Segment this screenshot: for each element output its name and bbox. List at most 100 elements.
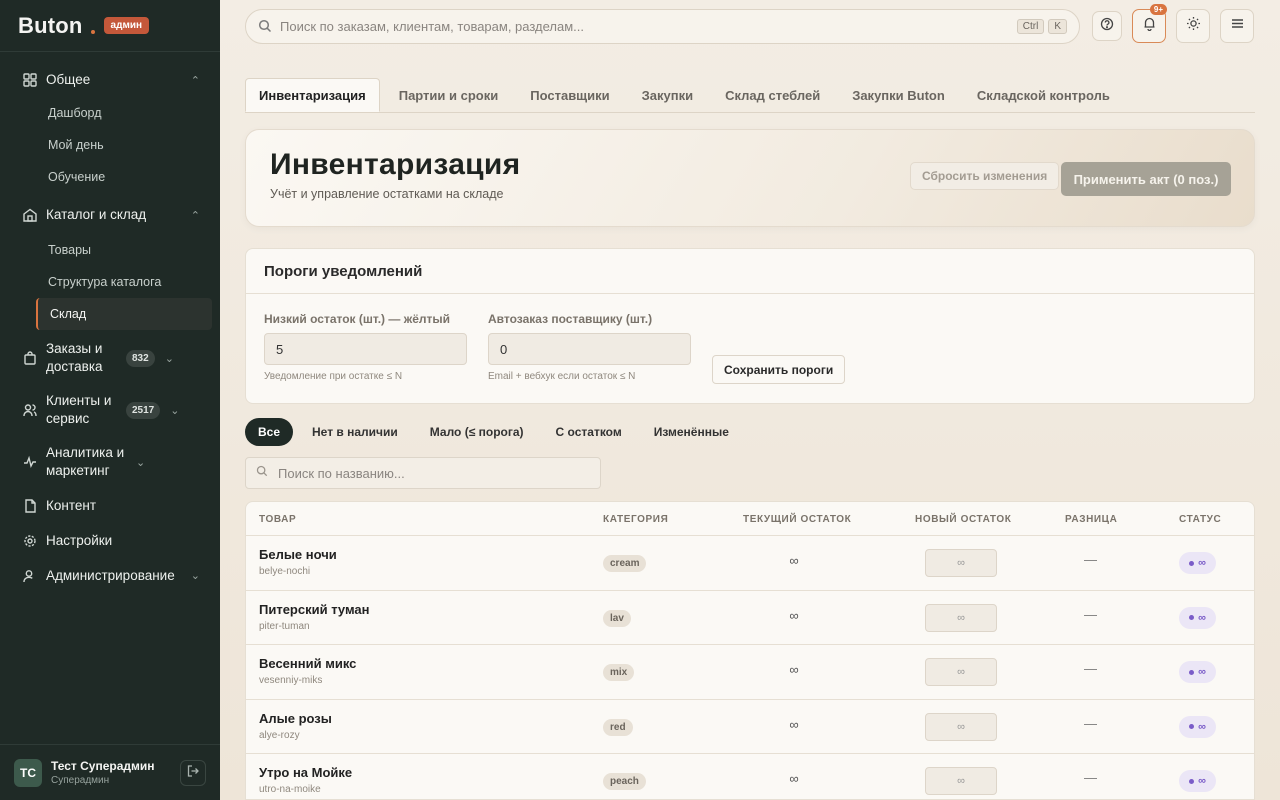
- product-slug: piter-tuman: [259, 620, 310, 632]
- product-search-input[interactable]: Поиск по названию...: [245, 457, 601, 489]
- gear-icon: [22, 533, 38, 549]
- sidebar-group-admin[interactable]: Администрирование ⌄: [0, 558, 220, 593]
- filter-all[interactable]: Все: [245, 418, 294, 446]
- sidebar-group-clients[interactable]: Клиенты и сервис 2517 ⌄: [0, 384, 220, 436]
- table-row: Белые ночи belye-nochi cream ∞ ∞ — ∞: [246, 536, 1254, 591]
- logout-button[interactable]: [180, 759, 206, 786]
- tab-warehouse-control[interactable]: Складской контроль: [964, 78, 1123, 112]
- table-row: Алые розы alye-rozy red ∞ ∞ — ∞: [246, 700, 1254, 755]
- tab-suppliers[interactable]: Поставщики: [517, 78, 622, 112]
- column-new-stock[interactable]: НОВЫЙ ОСТАТОК: [915, 502, 1011, 536]
- sun-icon: [1186, 16, 1201, 36]
- menu-button[interactable]: [1220, 9, 1254, 43]
- filter-in-stock[interactable]: С остатком: [543, 418, 635, 446]
- page-header: Инвентаризация Учёт и управление остатка…: [245, 129, 1255, 227]
- tab-purchases[interactable]: Закупки: [629, 78, 706, 112]
- sidebar-item-products[interactable]: Товары: [0, 234, 220, 266]
- product-name[interactable]: Алые розы: [259, 711, 332, 726]
- product-slug: vesenniy-miks: [259, 675, 323, 687]
- auto-order-hint: Email + вебхук если остаток ≤ N: [488, 371, 636, 382]
- stock-difference: —: [1084, 715, 1097, 731]
- filter-low-stock[interactable]: Мало (≤ порога): [417, 418, 537, 446]
- brand-name[interactable]: Buton: [18, 13, 83, 39]
- new-stock-input[interactable]: ∞: [925, 603, 997, 632]
- users-icon: [22, 402, 38, 418]
- sidebar-group-label: Аналитика и маркетинг: [46, 445, 125, 478]
- auto-order-label: Автозаказ поставщику (шт.): [488, 312, 653, 326]
- column-category[interactable]: КАТЕГОРИЯ: [603, 502, 668, 536]
- section-tabs: Инвентаризация Партии и сроки Поставщики…: [245, 78, 1255, 113]
- tab-buton-purchases[interactable]: Закупки Buton: [839, 78, 958, 112]
- status-dot: [1189, 615, 1195, 621]
- tab-stems-warehouse[interactable]: Склад стеблей: [712, 78, 833, 112]
- status-value: ∞: [1198, 557, 1206, 569]
- column-difference[interactable]: РАЗНИЦА: [1065, 502, 1117, 536]
- stock-difference: —: [1084, 606, 1097, 622]
- new-stock-input[interactable]: ∞: [925, 658, 997, 687]
- auto-order-input[interactable]: 0: [488, 333, 691, 365]
- stock-difference: —: [1084, 552, 1097, 567]
- theme-toggle-button[interactable]: [1176, 9, 1210, 43]
- product-name[interactable]: Весенний микс: [259, 656, 356, 671]
- sidebar-group-label: Настройки: [46, 532, 113, 548]
- table-row: Весенний микс vesenniy-miks mix ∞ ∞ — ∞: [246, 645, 1254, 700]
- low-stock-input[interactable]: 5: [264, 333, 467, 365]
- thresholds-card: Пороги уведомлений Низкий остаток (шт.) …: [245, 248, 1255, 404]
- filter-out-of-stock[interactable]: Нет в наличии: [299, 418, 411, 446]
- sidebar-nav: Общее ⌃ Дашборд Мой день Обучение Катало…: [0, 52, 220, 593]
- pulse-icon: [22, 454, 38, 470]
- reset-changes-button[interactable]: Сбросить изменения: [910, 162, 1060, 190]
- notifications-button[interactable]: 9+: [1132, 4, 1167, 43]
- column-status[interactable]: СТАТУС: [1179, 502, 1221, 536]
- sidebar-item-catalog-structure[interactable]: Структура каталога: [0, 266, 220, 298]
- product-cell: Утро на Мойке utro-na-moike: [259, 765, 352, 795]
- help-icon: [1100, 17, 1114, 36]
- chevron-down-icon: ⌄: [136, 456, 146, 469]
- status-badge: ∞: [1179, 552, 1216, 574]
- logout-icon: [187, 764, 199, 782]
- grid-icon: [22, 72, 38, 88]
- sidebar-item-my-day[interactable]: Мой день: [0, 129, 220, 161]
- sidebar-item-training[interactable]: Обучение: [0, 161, 220, 193]
- filter-changed[interactable]: Изменённые: [641, 418, 742, 446]
- low-stock-label: Низкий остаток (шт.) — жёлтый: [264, 312, 451, 326]
- current-stock: ∞: [789, 662, 799, 678]
- sidebar-group-orders[interactable]: Заказы и доставка 832 ⌄: [0, 332, 220, 384]
- stock-filters: Все Нет в наличии Мало (≤ порога) С оста…: [245, 418, 748, 446]
- sidebar-group-catalog[interactable]: Каталог и склад ⌃: [0, 196, 220, 234]
- topbar: Поиск по заказам, клиентам, товарам, раз…: [220, 0, 1280, 52]
- new-stock-input[interactable]: ∞: [925, 549, 997, 577]
- sidebar-item-warehouse[interactable]: Склад: [36, 298, 212, 330]
- tab-inventory[interactable]: Инвентаризация: [245, 78, 380, 112]
- status-value: ∞: [1198, 775, 1206, 788]
- low-stock-field: Низкий остаток (шт.) — жёлтый 5 Уведомле…: [264, 312, 467, 382]
- avatar[interactable]: ТС: [14, 758, 42, 787]
- save-thresholds-button[interactable]: Сохранить пороги: [712, 355, 846, 384]
- sidebar-group-analytics[interactable]: Аналитика и маркетинг ⌄: [0, 436, 220, 488]
- hamburger-menu-icon: [1230, 16, 1245, 36]
- product-name[interactable]: Белые ночи: [259, 547, 337, 562]
- sidebar-group-settings[interactable]: Настройки: [0, 523, 220, 558]
- user-name: Тест Суперадмин: [51, 759, 155, 773]
- status-dot: [1189, 560, 1195, 566]
- user-info: Тест Суперадмин Суперадмин: [51, 759, 180, 786]
- product-name[interactable]: Утро на Мойке: [259, 765, 352, 780]
- new-stock-input[interactable]: ∞: [925, 767, 997, 796]
- status-dot: [1189, 724, 1195, 730]
- new-stock-input[interactable]: ∞: [925, 712, 997, 741]
- column-product[interactable]: ТОВАР: [259, 502, 296, 536]
- apply-act-button[interactable]: Применить акт (0 поз.): [1061, 162, 1231, 196]
- product-cell: Алые розы alye-rozy: [259, 711, 332, 741]
- column-current-stock[interactable]: ТЕКУЩИЙ ОСТАТОК: [743, 502, 851, 536]
- sidebar-group-content[interactable]: Контент: [0, 488, 220, 523]
- global-search-input[interactable]: Поиск по заказам, клиентам, товарам, раз…: [245, 8, 1080, 44]
- tab-batches[interactable]: Партии и сроки: [386, 78, 512, 112]
- status-value: ∞: [1198, 666, 1206, 679]
- user-role: Суперадмин: [51, 775, 110, 786]
- sidebar-group-general[interactable]: Общее ⌃: [0, 63, 220, 97]
- product-name[interactable]: Питерский туман: [259, 602, 369, 617]
- sidebar-item-dashboard[interactable]: Дашборд: [0, 97, 220, 129]
- global-search-placeholder: Поиск по заказам, клиентам, товарам, раз…: [280, 18, 585, 34]
- chevron-down-icon: ⌄: [190, 570, 200, 582]
- help-button[interactable]: [1092, 11, 1122, 41]
